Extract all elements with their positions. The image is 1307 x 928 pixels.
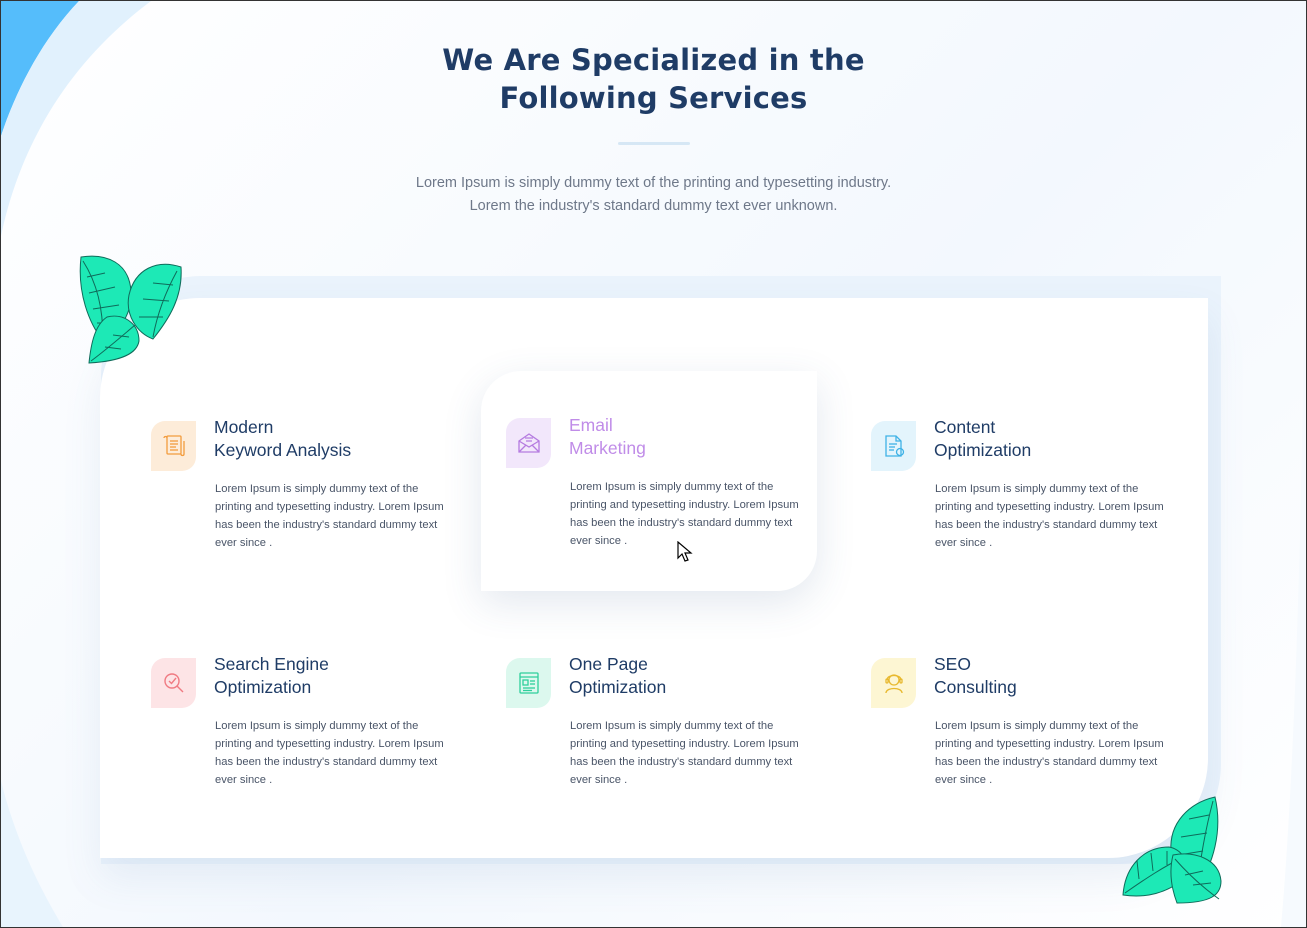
service-one-page-optimization[interactable]: One Page Optimization Lorem Ipsum is sim…	[506, 653, 806, 803]
service-search-engine-optimization[interactable]: Search Engine Optimization Lorem Ipsum i…	[151, 653, 451, 803]
service-description: Lorem Ipsum is simply dummy text of the …	[570, 720, 799, 786]
mouse-pointer-icon	[677, 541, 693, 562]
consultant-icon	[885, 674, 903, 694]
service-title-line-2: Optimization	[569, 677, 667, 697]
section-title: We Are Specialized in the Following Serv…	[1, 41, 1306, 117]
document-icon	[885, 435, 905, 457]
service-title-line-2: Optimization	[214, 677, 312, 697]
service-title: Email Marketing	[569, 414, 646, 460]
service-description: Lorem Ipsum is simply dummy text of the …	[935, 483, 1164, 549]
section-header: We Are Specialized in the Following Serv…	[1, 41, 1306, 218]
service-title: SEO Consulting	[934, 653, 1017, 699]
leaf-decoration-bottom-right	[1122, 796, 1222, 904]
service-title: Search Engine Optimization	[214, 653, 329, 699]
service-title-line-1: Modern	[214, 417, 274, 437]
service-title-line-1: Search Engine	[214, 654, 329, 674]
service-title: One Page Optimization	[569, 653, 666, 699]
webpage-icon	[519, 672, 539, 694]
subtitle-line-1: Lorem Ipsum is simply dummy text of the …	[415, 175, 892, 191]
subtitle-line-2: Lorem the industry's standard dummy text…	[469, 198, 838, 214]
envelope-icon	[518, 433, 540, 453]
title-divider	[617, 142, 690, 145]
service-icon-box	[871, 421, 916, 471]
service-title-line-2: Optimization	[934, 440, 1032, 460]
service-seo-consulting[interactable]: SEO Consulting Lorem Ipsum is simply dum…	[871, 653, 1171, 803]
service-title-line-1: SEO	[934, 654, 971, 674]
service-description: Lorem Ipsum is simply dummy text of the …	[215, 720, 444, 786]
title-line-2: Following Services	[499, 81, 808, 115]
leaf-decoration-top-left	[79, 255, 182, 364]
service-title-line-2: Keyword Analysis	[214, 440, 352, 460]
service-email-marketing[interactable]: Email Marketing Lorem Ipsum is simply du…	[481, 371, 817, 591]
service-title: Content Optimization	[934, 416, 1031, 462]
service-content-optimization[interactable]: Content Optimization Lorem Ipsum is simp…	[871, 416, 1171, 566]
service-description: Lorem Ipsum is simply dummy text of the …	[570, 481, 799, 547]
scroll-icon	[163, 435, 185, 457]
title-line-1: We Are Specialized in the	[442, 43, 865, 77]
service-title-line-1: Content	[934, 417, 996, 437]
service-icon-box	[151, 658, 196, 708]
service-icon-box	[151, 421, 196, 471]
service-description: Lorem Ipsum is simply dummy text of the …	[215, 483, 444, 549]
service-title-line-1: One Page	[569, 654, 648, 674]
service-title-line-2: Marketing	[569, 438, 646, 458]
service-icon-box	[506, 658, 551, 708]
service-title-line-1: Email	[569, 415, 613, 435]
services-section: We Are Specialized in the Following Serv…	[0, 0, 1307, 928]
magnifier-icon	[164, 673, 184, 693]
section-subtitle: Lorem Ipsum is simply dummy text of the …	[374, 172, 934, 218]
service-icon-box	[871, 658, 916, 708]
service-keyword-analysis[interactable]: Modern Keyword Analysis Lorem Ipsum is s…	[151, 416, 451, 566]
service-title-line-2: Consulting	[934, 677, 1017, 697]
service-icon-box	[506, 418, 551, 468]
service-title: Modern Keyword Analysis	[214, 416, 351, 462]
service-description: Lorem Ipsum is simply dummy text of the …	[935, 720, 1164, 786]
